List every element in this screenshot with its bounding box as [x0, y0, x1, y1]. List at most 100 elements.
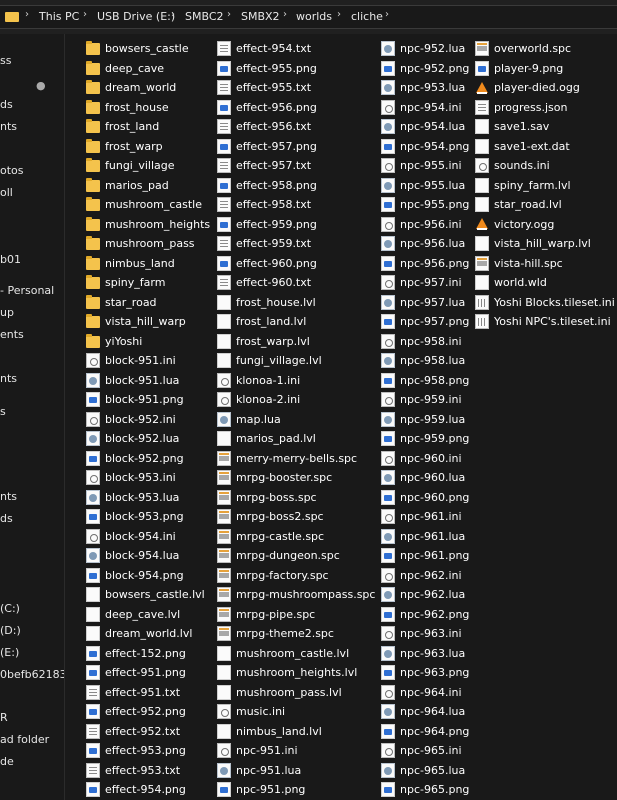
file-item[interactable]: npc-964.lua — [381, 702, 475, 722]
chevron-right-icon[interactable]: › — [83, 9, 87, 20]
folder-item[interactable]: frost_house — [86, 98, 218, 118]
file-item[interactable]: effect-954.png — [86, 780, 218, 800]
file-item[interactable]: deep_cave.lvl — [86, 605, 218, 625]
file-item[interactable]: save1.sav — [475, 117, 617, 137]
file-item[interactable]: vista_hill_warp.lvl — [475, 234, 617, 254]
file-item[interactable]: npc-957.ini — [381, 273, 475, 293]
nav-item-documents[interactable]: nts — [0, 118, 17, 136]
folder-item[interactable]: marios_pad — [86, 176, 218, 196]
file-item[interactable]: npc-963.png — [381, 663, 475, 683]
folder-item[interactable]: mushroom_heights — [86, 215, 218, 235]
file-item[interactable]: block-952.ini — [86, 410, 218, 430]
folder-item[interactable]: bowsers_castle — [86, 39, 218, 59]
file-item[interactable]: block-954.lua — [86, 546, 218, 566]
nav-item-s[interactable]: s — [0, 403, 6, 421]
breadcrumb-worlds[interactable]: worlds — [296, 10, 332, 23]
nav-item-backup[interactable]: up — [0, 304, 14, 322]
folder-item[interactable]: yiYoshi — [86, 332, 218, 352]
file-item[interactable]: npc-958.lua — [381, 351, 475, 371]
folder-item[interactable]: fungi_village — [86, 156, 218, 176]
file-item[interactable]: block-954.ini — [86, 527, 218, 547]
file-item[interactable]: npc-955.png — [381, 195, 475, 215]
file-item[interactable]: effect-952.txt — [86, 722, 218, 742]
folder-item[interactable]: frost_land — [86, 117, 218, 137]
file-item[interactable]: npc-952.lua — [381, 39, 475, 59]
file-item[interactable]: spiny_farm.lvl — [475, 176, 617, 196]
file-item[interactable]: npc-956.png — [381, 254, 475, 274]
address-bar[interactable]: › This PC › USB Drive (E:) › SMBC2 › SMB… — [0, 5, 617, 29]
file-item[interactable]: merry-merry-bells.spc — [217, 449, 379, 469]
file-item[interactable]: npc-951.lua — [217, 761, 379, 781]
breadcrumb-smbx2[interactable]: SMBX2 — [241, 10, 280, 23]
file-item[interactable]: npc-962.lua — [381, 585, 475, 605]
file-item[interactable]: npc-952.png — [381, 59, 475, 79]
file-item[interactable]: npc-959.png — [381, 429, 475, 449]
file-item[interactable]: bowsers_castle.lvl — [86, 585, 218, 605]
file-item[interactable]: victory.ogg — [475, 215, 617, 235]
file-item[interactable]: dream_world.lvl — [86, 624, 218, 644]
file-item[interactable]: mushroom_pass.lvl — [217, 683, 379, 703]
file-item[interactable]: npc-961.png — [381, 546, 475, 566]
file-item[interactable]: effect-956.txt — [217, 117, 379, 137]
nav-item-roll[interactable]: oll — [0, 184, 13, 202]
file-item[interactable]: npc-955.lua — [381, 176, 475, 196]
file-item[interactable]: player-9.png — [475, 59, 617, 79]
folder-item[interactable]: mushroom_pass — [86, 234, 218, 254]
file-item[interactable]: effect-957.png — [217, 137, 379, 157]
folder-item[interactable]: dream_world — [86, 78, 218, 98]
file-item[interactable]: block-953.png — [86, 507, 218, 527]
file-item[interactable]: effect-951.txt — [86, 683, 218, 703]
file-item[interactable]: klonoa-1.ini — [217, 371, 379, 391]
file-item[interactable]: frost_land.lvl — [217, 312, 379, 332]
file-item[interactable]: npc-961.ini — [381, 507, 475, 527]
nav-item-drive-c[interactable]: (C:) — [0, 600, 20, 618]
file-item[interactable]: block-952.lua — [86, 429, 218, 449]
breadcrumb-cliche[interactable]: cliche — [351, 10, 383, 23]
folder-item[interactable]: star_road — [86, 293, 218, 313]
chevron-right-icon[interactable]: › — [25, 9, 29, 20]
nav-item-onedrive-personal[interactable]: - Personal — [0, 282, 54, 300]
file-item[interactable]: npc-964.ini — [381, 683, 475, 703]
file-item[interactable]: effect-958.txt — [217, 195, 379, 215]
nav-item-download-folder[interactable]: ad folder — [0, 731, 49, 749]
file-item[interactable]: npc-965.png — [381, 780, 475, 800]
file-item[interactable]: npc-954.lua — [381, 117, 475, 137]
file-item[interactable]: effect-152.png — [86, 644, 218, 664]
file-item[interactable]: npc-962.ini — [381, 566, 475, 586]
file-item[interactable]: effect-953.txt — [86, 761, 218, 781]
nav-item-documents-2[interactable]: ents — [0, 326, 24, 344]
nav-item-r[interactable]: R — [0, 709, 8, 727]
file-item[interactable]: npc-961.lua — [381, 527, 475, 547]
nav-item-photos[interactable]: otos — [0, 162, 24, 180]
file-item[interactable]: effect-953.png — [86, 741, 218, 761]
file-item[interactable]: mrpg-mushroompass.spc — [217, 585, 379, 605]
file-item[interactable]: mrpg-dungeon.spc — [217, 546, 379, 566]
file-item[interactable]: effect-958.png — [217, 176, 379, 196]
file-item[interactable]: mrpg-boss2.spc — [217, 507, 379, 527]
file-item[interactable]: overworld.spc — [475, 39, 617, 59]
folder-item[interactable]: mushroom_castle — [86, 195, 218, 215]
file-item[interactable]: effect-959.txt — [217, 234, 379, 254]
file-item[interactable]: fungi_village.lvl — [217, 351, 379, 371]
file-item[interactable]: mushroom_castle.lvl — [217, 644, 379, 664]
file-item[interactable]: effect-955.txt — [217, 78, 379, 98]
file-item[interactable]: npc-965.ini — [381, 741, 475, 761]
nav-item-drive-d[interactable]: (D:) — [0, 622, 21, 640]
file-item[interactable]: Yoshi Blocks.tileset.ini — [475, 293, 617, 313]
file-item[interactable]: block-951.png — [86, 390, 218, 410]
file-item[interactable]: npc-954.png — [381, 137, 475, 157]
nav-item-de[interactable]: de — [0, 753, 14, 771]
file-item[interactable]: npc-962.png — [381, 605, 475, 625]
file-item[interactable]: vista-hill.spc — [475, 254, 617, 274]
file-item[interactable]: effect-954.txt — [217, 39, 379, 59]
file-item[interactable]: nimbus_land.lvl — [217, 722, 379, 742]
file-item[interactable]: mrpg-boss.spc — [217, 488, 379, 508]
file-item[interactable]: frost_warp.lvl — [217, 332, 379, 352]
file-item[interactable]: marios_pad.lvl — [217, 429, 379, 449]
file-item[interactable]: effect-956.png — [217, 98, 379, 118]
file-item[interactable]: npc-963.lua — [381, 644, 475, 664]
file-item[interactable]: Yoshi NPC's.tileset.ini — [475, 312, 617, 332]
folder-item[interactable]: frost_warp — [86, 137, 218, 157]
file-item[interactable]: npc-951.png — [217, 780, 379, 800]
file-item[interactable]: effect-951.png — [86, 663, 218, 683]
